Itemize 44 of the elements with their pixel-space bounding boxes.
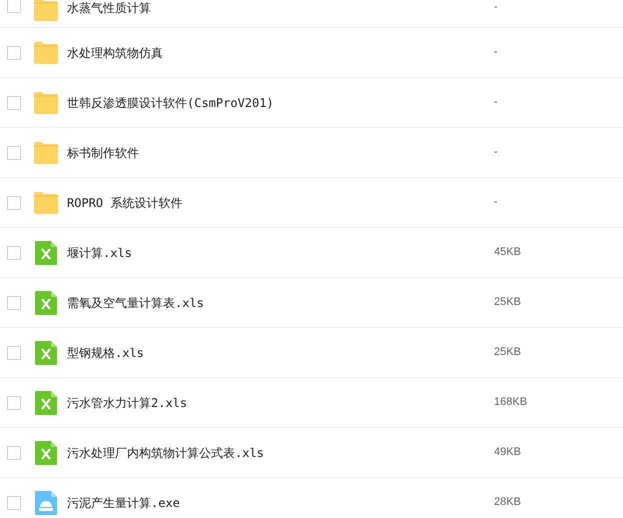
spreadsheet-file-icon <box>35 340 57 364</box>
file-size: 25KB <box>494 295 521 310</box>
file-name[interactable]: 型钢规格.xls <box>67 344 487 362</box>
checkbox[interactable] <box>7 46 21 60</box>
spreadsheet-file-icon <box>35 440 57 464</box>
file-size: - <box>494 145 498 160</box>
spreadsheet-file-icon <box>35 240 57 264</box>
folder-icon <box>34 142 58 164</box>
checkbox[interactable] <box>7 196 21 210</box>
folder-icon <box>34 42 58 64</box>
file-size: - <box>494 0 498 15</box>
file-size: 28KB <box>494 495 521 510</box>
file-size: - <box>494 95 498 110</box>
file-name[interactable]: 堰计算.xls <box>67 244 487 262</box>
checkbox[interactable] <box>7 346 21 360</box>
spreadsheet-file-icon <box>35 390 57 414</box>
file-name[interactable]: 污泥产生量计算.exe <box>67 494 487 512</box>
folder-icon <box>34 0 58 21</box>
file-name[interactable]: 标书制作软件 <box>67 144 487 162</box>
checkbox[interactable] <box>7 496 21 510</box>
file-size: - <box>494 45 498 60</box>
checkbox[interactable] <box>7 96 21 110</box>
file-name[interactable]: 世韩反渗透膜设计软件(CsmProV201) <box>67 94 487 112</box>
checkbox[interactable] <box>7 296 21 310</box>
file-size: 25KB <box>494 345 521 360</box>
file-name[interactable]: 污水管水力计算2.xls <box>67 394 487 412</box>
checkbox[interactable] <box>7 396 21 410</box>
application-file-icon <box>35 490 57 514</box>
checkbox[interactable] <box>7 146 21 160</box>
file-name[interactable]: 水蒸气性质计算 <box>67 0 487 17</box>
spreadsheet-file-icon <box>35 290 57 314</box>
file-name[interactable]: 需氧及空气量计算表.xls <box>67 294 487 312</box>
file-name[interactable]: ROPRO 系统设计软件 <box>67 194 487 212</box>
folder-icon <box>34 192 58 214</box>
file-size: 168KB <box>494 395 528 410</box>
file-size: 45KB <box>494 245 521 260</box>
checkbox[interactable] <box>7 246 21 260</box>
file-name[interactable]: 水处理构筑物仿真 <box>67 44 487 62</box>
file-name[interactable]: 污水处理厂内构筑物计算公式表.xls <box>67 444 487 462</box>
folder-icon <box>34 92 58 114</box>
checkbox[interactable] <box>7 446 21 460</box>
file-size: 49KB <box>494 445 521 460</box>
file-size: - <box>494 195 498 210</box>
checkbox[interactable] <box>7 0 21 13</box>
